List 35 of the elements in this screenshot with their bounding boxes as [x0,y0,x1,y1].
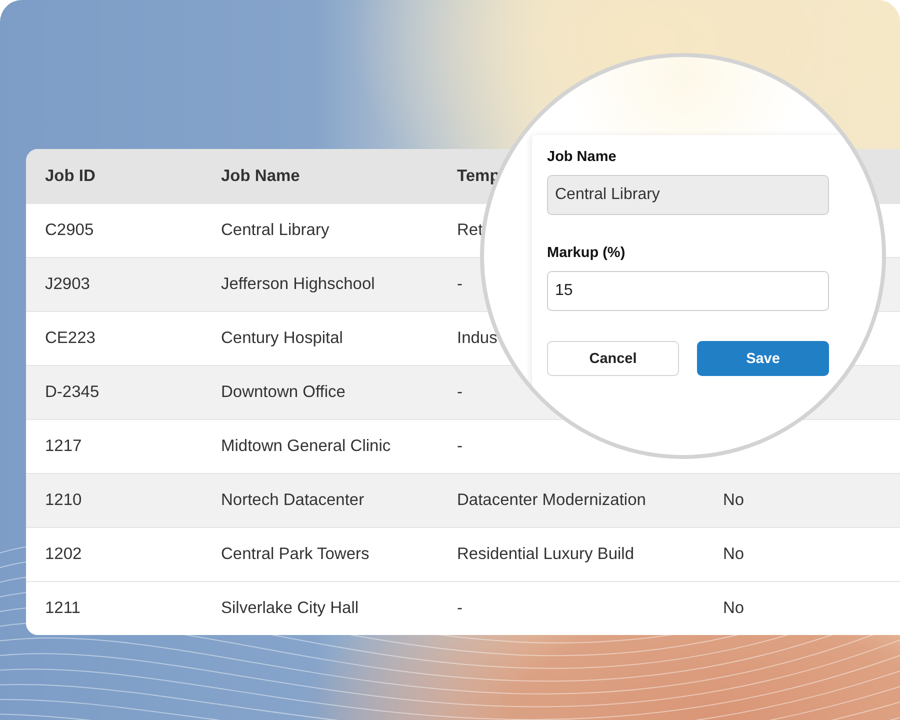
table-cell: Century Hospital [221,329,343,348]
table-cell: Jefferson Highschool [221,275,375,294]
table-row[interactable]: 1211 Silverlake City Hall - No [26,581,900,635]
table-cell: Datacenter Modernization [457,491,646,510]
input-field[interactable]: 15 [547,271,829,311]
table-row[interactable]: 1210 Nortech Datacenter Datacenter Modernization No [26,473,900,527]
table-cell: - [457,275,462,294]
table-cell: Midtown General Clinic [221,437,391,456]
table-cell: CE223 [45,329,96,348]
column-header[interactable]: Job ID [45,166,96,186]
table-cell: Silverlake City Hall [221,599,359,618]
table-cell: Central Park Towers [221,545,370,564]
table-cell: No [723,545,744,564]
table-cell: C2905 [45,221,94,240]
table-cell: Nortech Datacenter [221,491,364,510]
table-cell: Residential Luxury Build [457,545,634,564]
table-cell: 1202 [45,545,82,564]
table-cell: Central Library [221,221,330,240]
field-label: Job Name [547,149,616,165]
cancel-button[interactable]: Cancel [547,341,679,376]
table-cell: - [457,599,462,618]
table-cell: 1210 [45,491,82,510]
table-cell: No [723,491,744,510]
table-cell: Downtown Office [221,383,346,402]
table-cell: D-2345 [45,383,100,402]
table-cell: No [723,599,744,618]
table-cell: - [457,437,462,456]
table-cell: 1211 [45,599,80,618]
save-button[interactable]: Save [697,341,829,376]
table-cell: J2903 [45,275,90,294]
table-cell: - [457,383,462,402]
table-cell: Indus [457,329,498,348]
column-header[interactable]: Job Name [221,166,300,186]
table-cell: Ret [457,221,483,240]
table-cell: 1217 [45,437,82,456]
